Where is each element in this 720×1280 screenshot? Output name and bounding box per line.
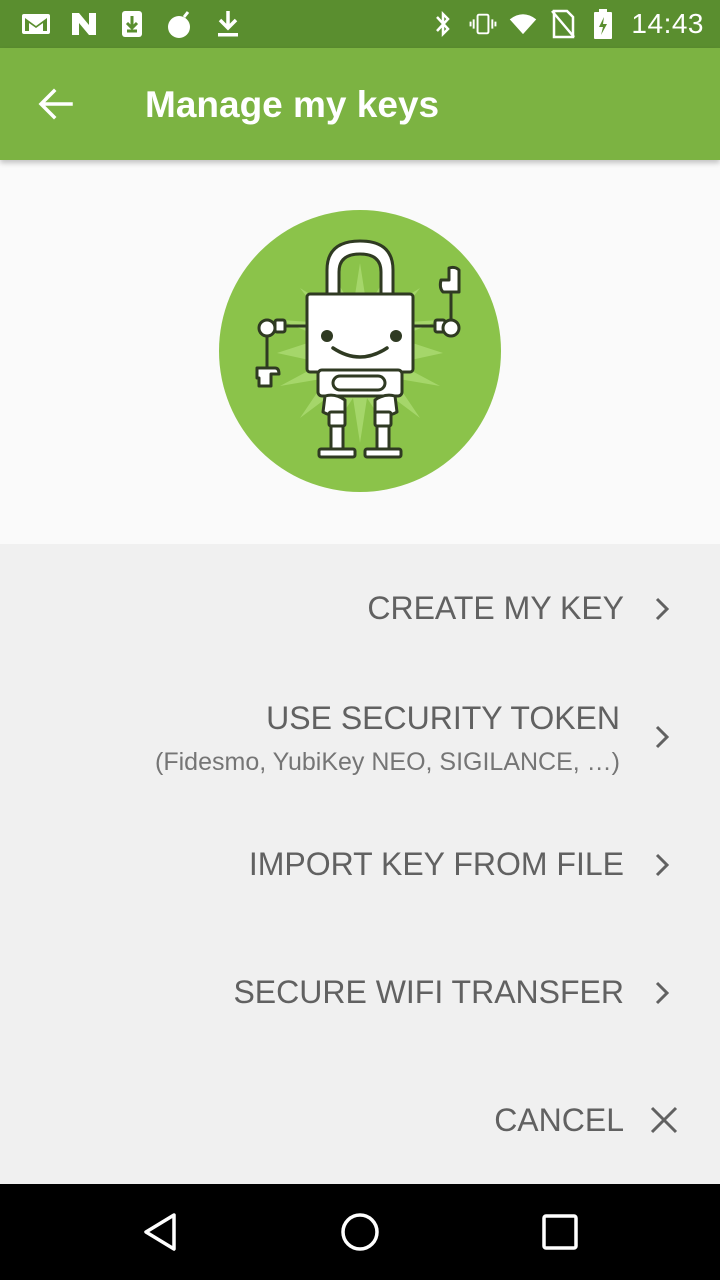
back-triangle-icon xyxy=(144,1213,176,1251)
gmail-icon xyxy=(20,9,52,39)
no-sim-icon xyxy=(549,9,577,39)
chevron-right-icon xyxy=(650,978,674,1008)
battery-charging-icon xyxy=(589,9,617,39)
chevron-right-icon xyxy=(650,722,674,752)
cancel-button[interactable]: CANCEL xyxy=(0,1092,720,1152)
close-icon xyxy=(648,1105,680,1135)
security-token-sublabel: (Fidesmo, YubiKey NEO, SIGILANCE, …) xyxy=(155,748,620,776)
app-bar: Manage my keys xyxy=(0,48,720,160)
vibrate-icon xyxy=(469,9,497,39)
bluetooth-icon xyxy=(429,9,457,39)
download-box-icon xyxy=(116,9,148,39)
hero-section xyxy=(0,160,720,544)
import-key-label: IMPORT KEY FROM FILE xyxy=(248,846,624,882)
home-circle-icon xyxy=(341,1213,379,1251)
wifi-transfer-item[interactable]: SECURE WIFI TRANSFER xyxy=(0,964,720,1024)
robot-padlock-illustration xyxy=(219,210,501,492)
status-bar: 14:43 xyxy=(0,0,720,48)
back-button[interactable] xyxy=(30,80,82,128)
recents-square-icon xyxy=(542,1214,578,1250)
security-token-item[interactable]: USE SECURITY TOKEN (Fidesmo, YubiKey NEO… xyxy=(0,690,720,790)
page-title: Manage my keys xyxy=(145,84,440,125)
status-time: 14:43 xyxy=(631,8,704,39)
chevron-right-icon xyxy=(650,594,674,624)
security-token-label: USE SECURITY TOKEN xyxy=(266,700,620,736)
nav-recents-button[interactable] xyxy=(530,1202,590,1262)
nav-back-button[interactable] xyxy=(130,1202,190,1262)
chevron-right-icon xyxy=(650,850,674,880)
create-key-item[interactable]: CREATE MY KEY xyxy=(0,580,720,640)
n-app-icon xyxy=(68,9,100,39)
cancel-label: CANCEL xyxy=(494,1102,624,1138)
bomb-icon xyxy=(164,9,196,39)
arrow-left-icon xyxy=(38,88,73,120)
download-icon xyxy=(212,9,244,39)
navigation-bar xyxy=(0,1184,720,1280)
wifi-icon xyxy=(509,9,537,39)
wifi-transfer-label: SECURE WIFI TRANSFER xyxy=(233,974,624,1010)
create-key-label: CREATE MY KEY xyxy=(367,590,624,626)
nav-home-button[interactable] xyxy=(330,1202,390,1262)
import-key-item[interactable]: IMPORT KEY FROM FILE xyxy=(0,836,720,896)
